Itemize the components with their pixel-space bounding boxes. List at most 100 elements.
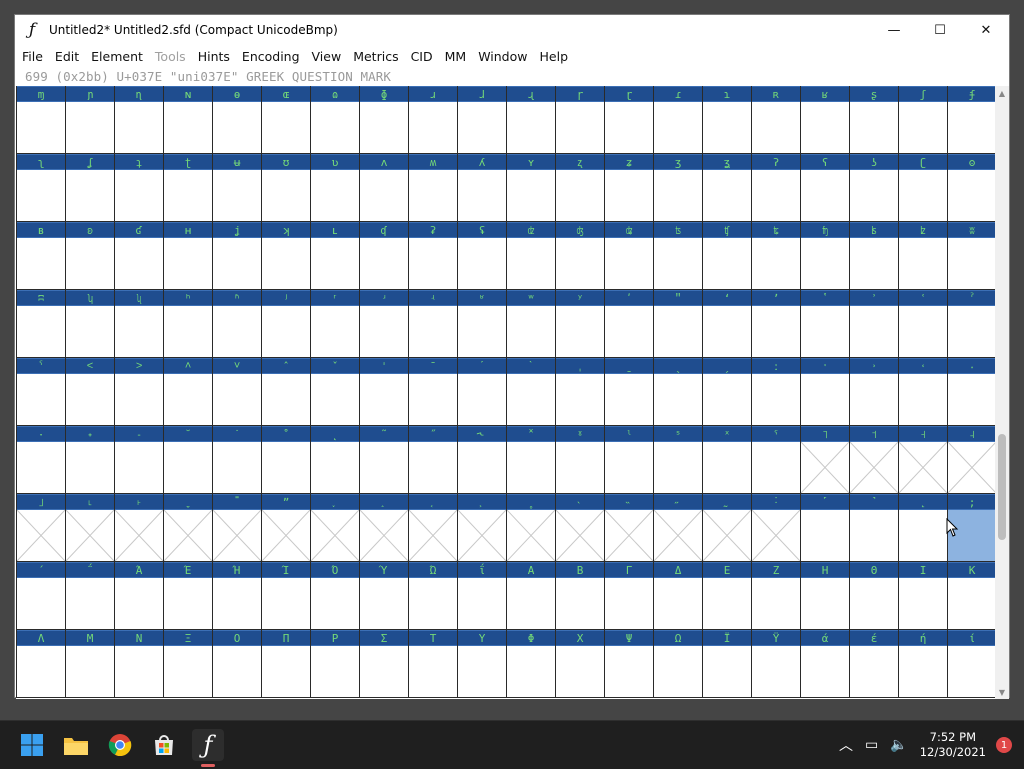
glyph-cell[interactable]: ˷ (703, 494, 752, 562)
glyph-cell-body[interactable] (164, 102, 212, 154)
glyph-cell-body[interactable] (752, 374, 800, 426)
glyph-cell[interactable]: ʎ (458, 154, 507, 222)
glyph-cell-body[interactable] (360, 510, 408, 562)
glyph-cell-body[interactable] (752, 442, 800, 494)
glyph-cell-body[interactable] (899, 102, 947, 154)
glyph-cell[interactable]: ʐ (556, 154, 605, 222)
glyph-cell-body[interactable] (556, 578, 604, 630)
glyph-cell[interactable]: ʌ (360, 154, 409, 222)
glyph-cell[interactable]: ʽ (801, 290, 850, 358)
glyph-cell[interactable]: Β (556, 562, 605, 630)
glyph-cell-body[interactable] (458, 578, 506, 630)
glyph-cell[interactable]: ʛ (115, 222, 164, 290)
glyph-cell-body[interactable] (507, 442, 555, 494)
glyph-cell-body[interactable] (17, 374, 65, 426)
glyph-cell[interactable]: ʵ (409, 290, 458, 358)
glyph-cell[interactable]: ʫ (899, 222, 948, 290)
glyph-cell-body[interactable] (507, 170, 555, 222)
glyph-cell[interactable]: ʥ (605, 222, 654, 290)
glyph-cell[interactable]: Δ (654, 562, 703, 630)
glyph-cell-body[interactable] (801, 510, 849, 562)
glyph-cell[interactable]: ˟ (507, 426, 556, 494)
glyph-cell-body[interactable] (458, 646, 506, 698)
glyph-cell-body[interactable] (17, 646, 65, 698)
scroll-up-arrow-icon[interactable]: ▲ (995, 86, 1009, 100)
glyph-cell[interactable]: ˴ (556, 494, 605, 562)
scrollbar-thumb[interactable] (998, 434, 1006, 540)
glyph-cell-body[interactable] (164, 170, 212, 222)
chevron-up-icon[interactable]: ︿ (839, 735, 853, 755)
glyph-cell-body[interactable] (507, 238, 555, 290)
glyph-cell-body[interactable] (605, 374, 653, 426)
glyph-cell[interactable]: ʂ (850, 86, 899, 154)
glyph-cell-body[interactable] (66, 374, 114, 426)
glyph-cell-body[interactable] (801, 442, 849, 494)
glyph-cell[interactable]: ˇ (311, 358, 360, 426)
glyph-cell-body[interactable] (654, 442, 702, 494)
glyph-cell-body[interactable] (899, 238, 947, 290)
glyph-cell[interactable]: Ό (311, 562, 360, 630)
volume-icon[interactable]: 🔈 (890, 737, 907, 753)
glyph-cell[interactable]: ʿ (899, 290, 948, 358)
chrome-icon[interactable] (104, 729, 136, 761)
glyph-cell[interactable]: ˢ (654, 426, 703, 494)
glyph-cell[interactable]: ː (752, 358, 801, 426)
menu-window[interactable]: Window (473, 49, 532, 64)
glyph-cell[interactable]: ʄ (948, 86, 996, 154)
glyph-cell-body[interactable] (262, 170, 310, 222)
glyph-cell-body[interactable] (360, 102, 408, 154)
glyph-cell-body[interactable] (66, 510, 114, 562)
glyph-cell-body[interactable] (654, 306, 702, 358)
glyph-cell[interactable]: ɿ (703, 86, 752, 154)
glyph-cell[interactable]: Ο (213, 630, 262, 698)
glyph-cell-body[interactable] (66, 170, 114, 222)
glyph-cell-body[interactable] (948, 170, 996, 222)
glyph-cell[interactable]: ʝ (213, 222, 262, 290)
glyph-cell[interactable]: ˘ (164, 426, 213, 494)
glyph-cell[interactable]: ˗ (115, 426, 164, 494)
glyph-cell-body[interactable] (360, 306, 408, 358)
glyph-cell-body[interactable] (605, 238, 653, 290)
glyph-cell-body[interactable] (115, 442, 163, 494)
glyph-cell[interactable]: ˦ (850, 426, 899, 494)
glyph-cell-body[interactable] (409, 646, 457, 698)
glyph-cell[interactable]: ɸ (360, 86, 409, 154)
glyph-cell[interactable]: Χ (556, 630, 605, 698)
glyph-cell[interactable]: Ά (115, 562, 164, 630)
glyph-cell-body[interactable] (409, 374, 457, 426)
glyph-cell-body[interactable] (409, 102, 457, 154)
glyph-cell-body[interactable] (17, 442, 65, 494)
glyph-cell[interactable]: ˫ (115, 494, 164, 562)
glyph-cell-body[interactable] (66, 102, 114, 154)
glyph-cell[interactable]: ʖ (850, 154, 899, 222)
glyph-cell[interactable]: ˧ (899, 426, 948, 494)
glyph-cell-body[interactable] (458, 374, 506, 426)
glyph-cell-body[interactable] (899, 442, 947, 494)
glyph-cell-body[interactable] (164, 374, 212, 426)
glyph-cell[interactable]: ˬ (164, 494, 213, 562)
menu-mm[interactable]: MM (440, 49, 472, 64)
glyph-cell-body[interactable] (409, 170, 457, 222)
glyph-cell-body[interactable] (752, 306, 800, 358)
glyph-cell[interactable]: ʻ (703, 290, 752, 358)
glyph-cell[interactable]: ʭ (16, 290, 66, 358)
glyph-cell-body[interactable] (507, 646, 555, 698)
glyph-cell-body[interactable] (213, 102, 261, 154)
glyph-cell-body[interactable] (115, 578, 163, 630)
glyph-cell[interactable]: Σ (360, 630, 409, 698)
glyph-cell[interactable]: ʾ (850, 290, 899, 358)
glyph-cell[interactable]: ɷ (311, 86, 360, 154)
glyph-cell-body[interactable] (17, 170, 65, 222)
glyph-cell-body[interactable] (850, 374, 898, 426)
glyph-cell-body[interactable] (654, 578, 702, 630)
glyph-cell-body[interactable] (115, 646, 163, 698)
glyph-cell-body[interactable] (948, 442, 996, 494)
glyph-cell-body[interactable] (605, 510, 653, 562)
glyph-cell-body[interactable] (262, 374, 310, 426)
glyph-cell-body[interactable] (262, 510, 310, 562)
glyph-cell[interactable]: ɶ (262, 86, 311, 154)
glyph-cell[interactable]: Λ (16, 630, 66, 698)
menu-metrics[interactable]: Metrics (348, 49, 403, 64)
glyph-cell[interactable]: ˱ (409, 494, 458, 562)
glyph-cell[interactable]: ˕ (16, 426, 66, 494)
